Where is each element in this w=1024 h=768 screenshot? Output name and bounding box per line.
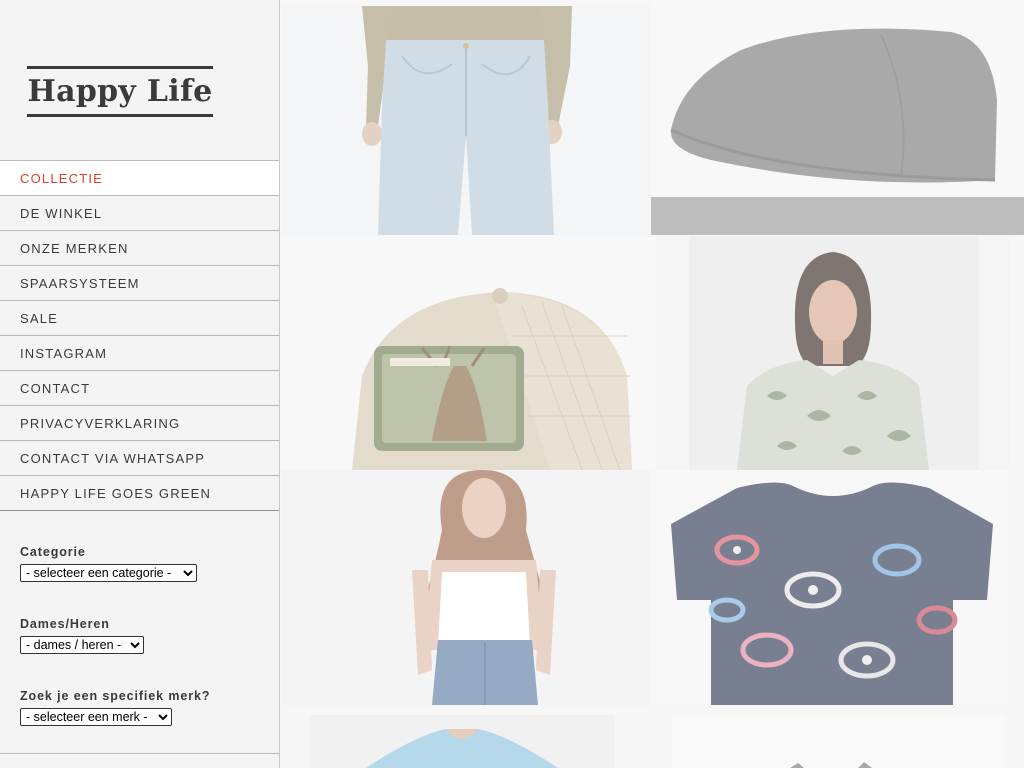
nav-item-spaarsysteem[interactable]: SPAARSYSTEEM bbox=[0, 266, 279, 301]
product-tile[interactable] bbox=[296, 715, 629, 768]
nav-item-collectie[interactable]: COLLECTIE bbox=[0, 161, 279, 196]
product-tile[interactable] bbox=[282, 6, 650, 235]
sidebar: Happy Life COLLECTIE DE WINKEL ONZE MERK… bbox=[0, 0, 280, 768]
nav-item-onze-merken[interactable]: ONZE MERKEN bbox=[0, 231, 279, 266]
main-nav: COLLECTIE DE WINKEL ONZE MERKEN SPAARSYS… bbox=[0, 160, 279, 511]
sidebar-divider bbox=[0, 753, 279, 754]
product-tile[interactable] bbox=[282, 236, 655, 470]
category-filter: Categorie - selecteer een categorie - bbox=[20, 545, 197, 582]
brand-select[interactable]: - selecteer een merk - bbox=[20, 708, 172, 726]
product-tile[interactable] bbox=[651, 0, 1024, 235]
category-select[interactable]: - selecteer een categorie - bbox=[20, 564, 197, 582]
product-tile[interactable] bbox=[282, 470, 650, 705]
brand-filter-label: Zoek je een specifiek merk? bbox=[20, 689, 211, 703]
product-grid bbox=[280, 0, 1024, 768]
category-filter-label: Categorie bbox=[20, 545, 86, 559]
nav-item-privacyverklaring[interactable]: PRIVACYVERKLARING bbox=[0, 406, 279, 441]
nav-item-contact-via-whatsapp[interactable]: CONTACT VIA WHATSAPP bbox=[0, 441, 279, 476]
nav-item-happy-life-goes-green[interactable]: HAPPY LIFE GOES GREEN bbox=[0, 476, 279, 511]
brand-filter: Zoek je een specifiek merk? - selecteer … bbox=[20, 689, 210, 726]
product-tile[interactable] bbox=[657, 470, 1010, 705]
gender-filter-label: Dames/Heren bbox=[20, 617, 110, 631]
product-tile[interactable] bbox=[657, 236, 1010, 470]
logo-text: Happy Life bbox=[27, 73, 213, 109]
nav-item-sale[interactable]: SALE bbox=[0, 301, 279, 336]
product-tile[interactable] bbox=[672, 715, 1005, 768]
nav-item-instagram[interactable]: INSTAGRAM bbox=[0, 336, 279, 371]
gender-filter: Dames/Heren - dames / heren - bbox=[20, 617, 144, 654]
gender-select[interactable]: - dames / heren - bbox=[20, 636, 144, 654]
nav-item-de-winkel[interactable]: DE WINKEL bbox=[0, 196, 279, 231]
logo[interactable]: Happy Life bbox=[27, 66, 213, 117]
nav-item-contact[interactable]: CONTACT bbox=[0, 371, 279, 406]
